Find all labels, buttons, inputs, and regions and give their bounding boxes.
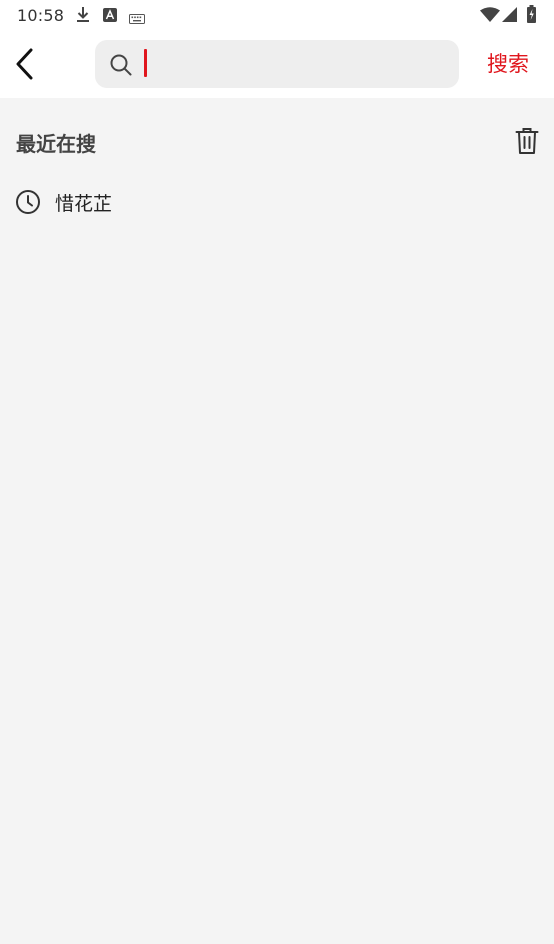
history-item[interactable]: 惜花芷	[0, 180, 554, 224]
trash-icon	[515, 128, 539, 154]
chevron-left-icon	[16, 48, 33, 80]
status-bar: 10:58	[0, 0, 554, 30]
recent-searches-header: 最近在搜	[0, 120, 554, 164]
search-icon	[109, 53, 133, 81]
wifi-icon	[480, 7, 500, 26]
search-header: 搜索	[0, 30, 554, 98]
section-title: 最近在搜	[16, 132, 96, 156]
clear-history-button[interactable]	[512, 126, 542, 156]
search-input[interactable]	[139, 48, 439, 80]
battery-icon	[527, 5, 536, 27]
download-icon	[76, 6, 90, 28]
a-app-icon	[103, 7, 117, 26]
back-button[interactable]	[6, 46, 42, 82]
clock-icon	[15, 189, 41, 219]
history-item-label: 惜花芷	[55, 193, 113, 215]
signal-icon	[502, 7, 517, 26]
search-box[interactable]	[95, 40, 459, 88]
keyboard-icon	[129, 9, 145, 28]
search-button[interactable]: 搜索	[476, 48, 540, 80]
text-cursor	[144, 49, 147, 77]
status-time: 10:58	[17, 6, 65, 25]
